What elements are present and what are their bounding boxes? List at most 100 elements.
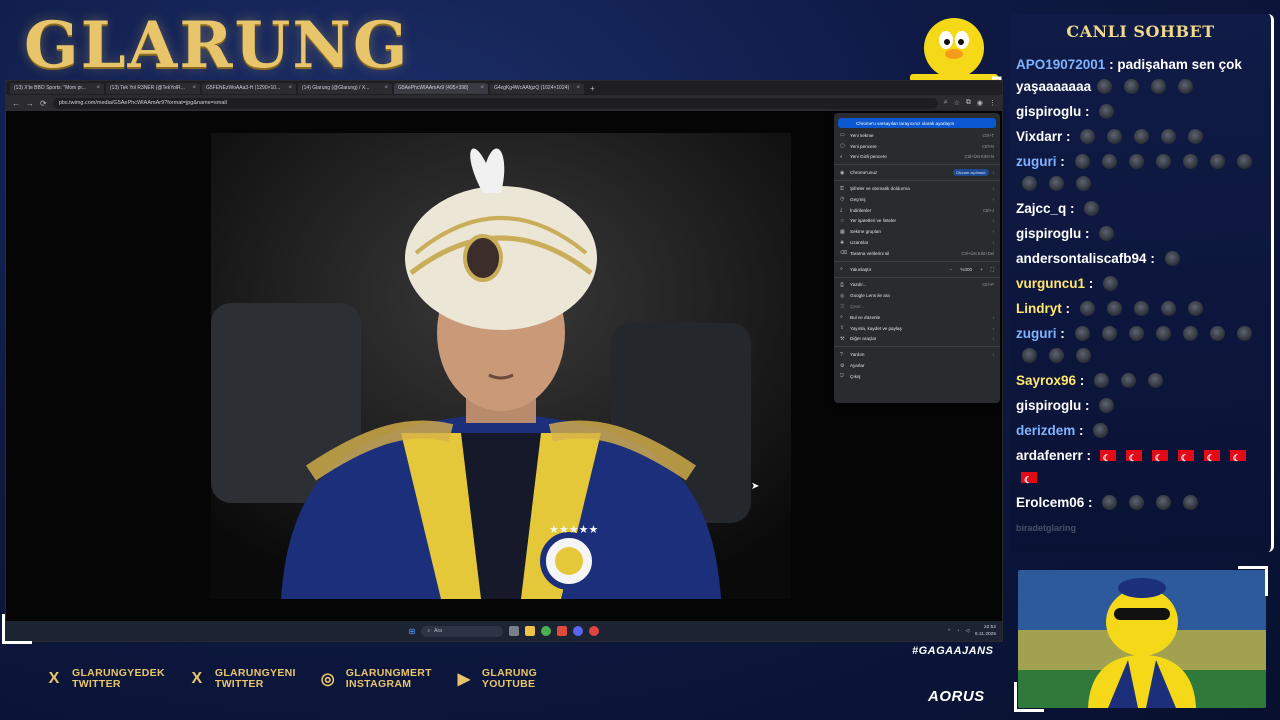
menu-item[interactable]: ⚿ Şifreler ve otomatik doldurma › (834, 183, 1000, 194)
profile-icon[interactable]: ◉ (977, 99, 983, 107)
set-default-browser-item[interactable]: Chrome'u varsayılan tarayıcınız olarak a… (838, 118, 996, 128)
chat-username[interactable]: zuguri (1016, 154, 1057, 169)
chat-username[interactable]: Zajcc_q (1016, 201, 1066, 216)
tab-title: (14) Glarung (@Glarung) / X... (302, 85, 370, 91)
menu-item[interactable]: ▦ Sekme grupları › (834, 226, 1000, 237)
back-icon[interactable]: ← (12, 99, 20, 108)
browser-tab[interactable]: (13) X'te BBO Sports: "Mom pr... × (10, 82, 104, 94)
chevron-right-icon: › (992, 314, 994, 320)
menu-item-label: Yardım (850, 352, 865, 358)
browser-tab[interactable]: G5FENEzWoAAa3-H (1290×10... × (202, 82, 296, 94)
chat-username[interactable]: biradetglaring (1016, 523, 1076, 533)
sultan-emote-icon (1209, 326, 1225, 341)
menu-shortcut: Ctrl+Üst Krkt+N (964, 154, 994, 160)
chat-username[interactable]: gispiroglu (1016, 398, 1081, 413)
chat-messages: APO19072001 : padişaham sen çok yaşaaaaa… (1016, 54, 1263, 542)
menu-item[interactable]: ✚ Uzantılar › (834, 237, 1000, 248)
close-icon[interactable]: × (576, 85, 580, 91)
chat-username[interactable]: gispiroglu (1016, 104, 1081, 119)
chrome-icon[interactable] (541, 626, 552, 636)
fullscreen-icon[interactable]: ⛶ (991, 267, 994, 272)
chat-message: Erolcem06 : (1016, 492, 1263, 514)
menu-item[interactable]: ◷ Geçmiş › (834, 194, 1000, 205)
frame-corner (1014, 682, 1044, 712)
social-links: X GLARUNGYEDEK TWITTER X GLARUNGYENI TWITT… (44, 668, 537, 690)
reload-icon[interactable]: ⟳ (40, 99, 47, 108)
turkey-flag-icon (1177, 447, 1194, 469)
obs-icon[interactable] (589, 626, 600, 636)
volume-icon[interactable]: ◁ (965, 628, 969, 635)
browser-tab-active[interactable]: G5AePhcWIAAmAr9 (495×398) × (394, 82, 488, 94)
menu-kebab-icon[interactable]: ⋮ (989, 99, 996, 107)
menu-item[interactable]: ⎙ Yazdır... Ctrl+P (834, 280, 1000, 291)
extensions-icon[interactable]: ⧉ (966, 99, 971, 107)
menu-item[interactable]: ⌕ Yakınlaştır − %300 + ⛶ (834, 264, 1000, 275)
chat-username[interactable]: Lindryt (1016, 301, 1062, 316)
menu-item[interactable]: ▢ Yeni pencere Ctrl+N (834, 141, 1000, 152)
forward-icon[interactable]: → (26, 99, 34, 108)
chat-username[interactable]: derizdem (1016, 423, 1075, 438)
taskbar-search-input[interactable]: ⌕ Ara (421, 625, 504, 637)
social-instagram: ◎ GLARUNGMERT INSTAGRAM (318, 668, 432, 690)
menu-item[interactable]: ⚒ Diğer araçlar › (834, 334, 1000, 345)
menu-item[interactable]: ⤓ İndirilenler Ctrl+J (834, 205, 1000, 216)
menu-item[interactable]: ? Yardım › (834, 349, 1000, 360)
new-tab-icon[interactable]: + (590, 84, 595, 93)
chat-username[interactable]: gispiroglu (1016, 226, 1081, 241)
clock[interactable]: 22:52 6.11.2025 (975, 624, 996, 638)
menu-item[interactable]: ⚙ Ayarlar (834, 360, 1000, 371)
menu-item[interactable]: ⇪ Yayınla, kaydet ve paylaş › (834, 323, 1000, 334)
zoom-indicator-icon[interactable]: ⌕ (944, 99, 948, 107)
menu-item-label: Tarama verilerini sil (850, 250, 890, 256)
chat-username[interactable]: Erolcem06 (1016, 495, 1084, 510)
menu-item[interactable]: ☆ Yer işaretleri ve listeler › (834, 216, 1000, 227)
menu-separator (834, 164, 1000, 166)
browser-tab[interactable]: (14) Glarung (@Glarung) / X... × (298, 82, 392, 94)
chat-username[interactable]: APO19072001 (1016, 57, 1105, 72)
chat-username[interactable]: Sayrox96 (1016, 373, 1076, 388)
chat-username[interactable]: zuguri (1016, 326, 1057, 341)
menu-item[interactable]: ⌕ Bul ve düzenle › (834, 312, 1000, 323)
taskview-icon[interactable] (509, 626, 520, 636)
close-icon[interactable]: × (288, 85, 292, 91)
chat-username[interactable]: andersontaliscafb94 (1016, 251, 1147, 266)
menu-item[interactable]: 文 Çevir... (834, 301, 1000, 312)
chat-username[interactable]: ardafenerr (1016, 448, 1083, 463)
tray-chevron-icon[interactable]: ^ (948, 628, 950, 635)
chat-username[interactable]: Vixdarr (1016, 129, 1062, 144)
sultan-emote-icon (1161, 129, 1177, 144)
sultan-emote-icon (1178, 79, 1194, 94)
close-icon[interactable]: × (384, 85, 388, 91)
zoom-out-icon[interactable]: − (950, 267, 953, 272)
download-icon: ⤓ (840, 207, 843, 214)
menu-item[interactable]: ◎ Google Lens ile ara (834, 290, 1000, 301)
signin-status-badge[interactable]: Oturum açılmadı (953, 169, 989, 177)
menu-item[interactable]: ◐ Yeni Gizli pencere Ctrl+Üst Krkt+N (834, 152, 1000, 163)
windows-start-icon[interactable]: ⊞ (409, 627, 416, 636)
close-icon[interactable]: × (480, 85, 484, 91)
close-icon[interactable]: × (96, 85, 100, 91)
bookmark-star-icon[interactable]: ☆ (954, 99, 960, 107)
turkey-flag-icon (1125, 447, 1142, 469)
menu-item-label: Diğer araçlar (850, 336, 877, 342)
brave-icon[interactable] (557, 626, 568, 636)
url-input[interactable]: pbs.twimg.com/media/G5AePhcWIAAmAr9?form… (52, 97, 938, 109)
browser-tab[interactable]: (13) Tek Yol R3NER (@TekYolR... × (106, 82, 200, 94)
menu-separator (834, 180, 1000, 182)
sultan-emote-icon (1236, 326, 1252, 341)
turkey-flag-icon (1021, 469, 1037, 491)
menu-item[interactable]: ⎋ Çıkış (834, 371, 1000, 382)
discord-icon[interactable] (573, 626, 584, 636)
chat-username[interactable]: vurguncu1 (1016, 276, 1085, 291)
menu-item[interactable]: ⌫ Tarama verilerini sil Ctrl+Üst Krkt+Del (834, 248, 1000, 259)
file-explorer-icon[interactable] (525, 626, 536, 636)
close-icon[interactable]: × (192, 85, 196, 91)
menu-item[interactable]: ▭ Yeni sekme Ctrl+T (834, 130, 1000, 141)
sultan-portrait-image: ★★★★★ (211, 133, 791, 599)
zoom-in-icon[interactable]: + (980, 267, 983, 272)
clock-date: 6.11.2025 (975, 632, 996, 637)
menu-item[interactable]: ◉ Chrome'unuz Oturum açılmadı › (834, 167, 1000, 178)
wifi-icon[interactable]: ◔ (956, 628, 959, 635)
menu-item-label: Yazdır... (850, 282, 867, 288)
browser-tab[interactable]: G4xgKg4WcAAfgzQ (1024×1024) × (490, 82, 584, 94)
